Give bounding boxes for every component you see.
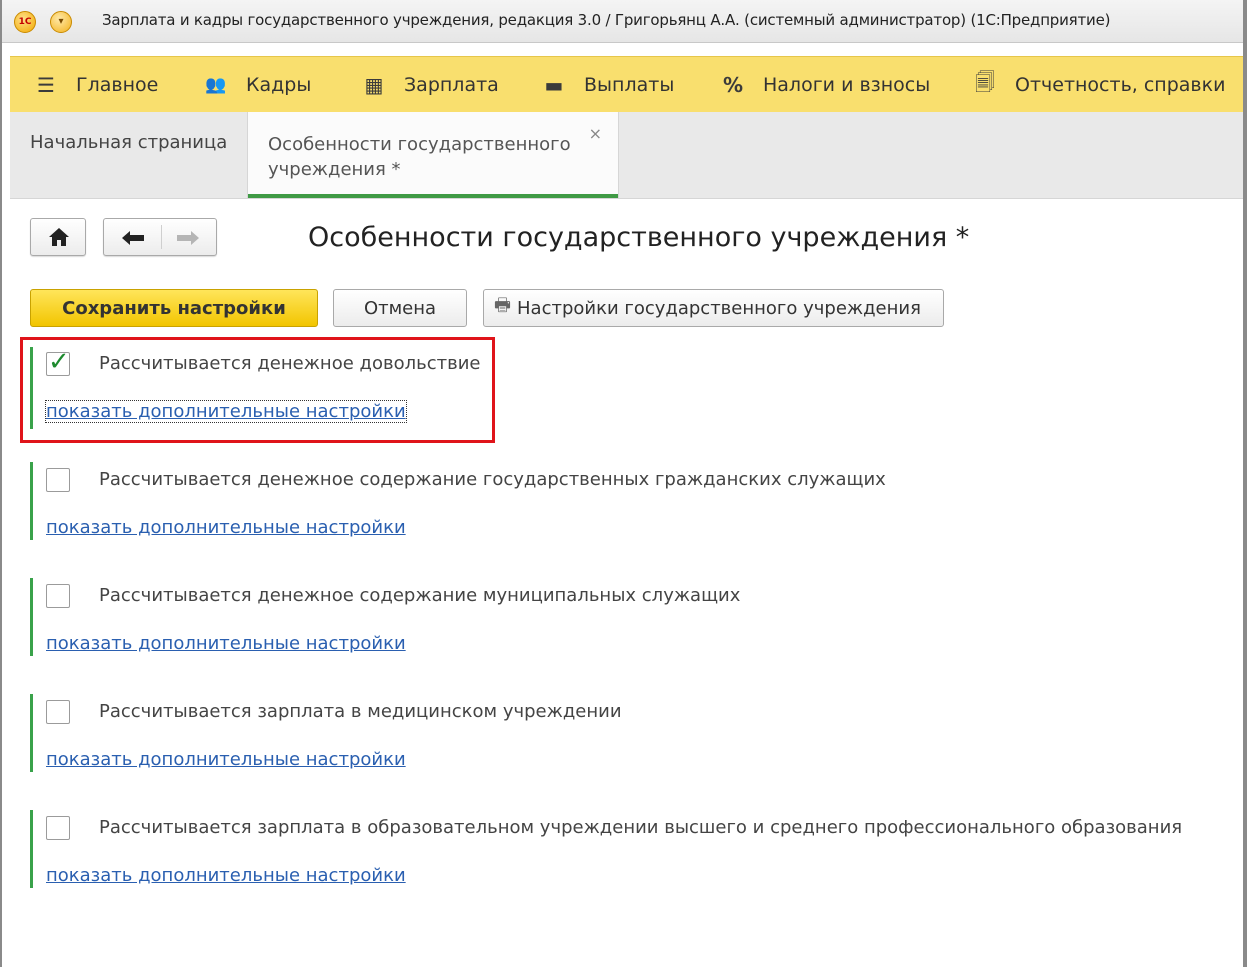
home-button[interactable] — [30, 218, 86, 256]
wallet-icon: ▬ — [544, 73, 564, 97]
section-label: Отчетность, справки — [1015, 74, 1226, 96]
section-salary[interactable]: ▦ Зарплата — [362, 57, 499, 113]
tab-institution-features[interactable]: Особенности государственного учреждения … — [247, 112, 619, 198]
title-bar: 1С ▾ Зарплата и кадры государственного у… — [2, 0, 1243, 43]
page-title: Особенности государственного учреждения … — [308, 222, 970, 253]
main-menu-button[interactable]: ▾ — [50, 11, 72, 33]
hamburger-icon: ☰ — [37, 73, 55, 97]
section-label: Главное — [76, 74, 159, 96]
group-civil-servants: Рассчитывается денежное содержание госуд… — [30, 462, 1210, 540]
show-more-settings-link[interactable]: показать дополнительные настройки — [46, 865, 406, 886]
group-label: Рассчитывается денежное содержание муниц… — [99, 585, 741, 606]
checkbox-medical[interactable] — [46, 700, 70, 724]
section-reports[interactable]: 🗐 Отчетность, справки — [973, 57, 1225, 113]
institution-settings-button[interactable]: 🖶 Настройки государственного учреждения — [483, 289, 944, 327]
checkbox-education[interactable] — [46, 816, 70, 840]
show-more-settings-link[interactable]: показать дополнительные настройки — [46, 517, 406, 538]
section-label: Зарплата — [404, 74, 499, 96]
group-accent-bar — [30, 810, 33, 888]
back-arrow-icon[interactable] — [121, 230, 145, 246]
checkbox-municipal-servants[interactable] — [46, 584, 70, 608]
section-label: Налоги и взносы — [763, 74, 931, 96]
section-personnel[interactable]: 👥 Кадры — [204, 57, 311, 113]
tab-label: Начальная страница — [30, 132, 228, 153]
calculator-icon: ▦ — [364, 73, 384, 97]
tab-home-page[interactable]: Начальная страница — [10, 112, 246, 198]
section-label: Выплаты — [584, 74, 675, 96]
sections-panel: ☰ Главное 👥 Кадры ▦ Зарплата ▬ Выплаты %… — [10, 56, 1243, 114]
group-label: Рассчитывается зарплата в медицинском уч… — [99, 701, 622, 722]
save-settings-button[interactable]: Сохранить настройки — [30, 289, 318, 327]
group-accent-bar — [30, 694, 33, 772]
group-accent-bar — [30, 462, 33, 540]
home-icon — [49, 228, 69, 246]
close-icon[interactable]: × — [589, 124, 602, 143]
show-more-settings-link[interactable]: показать дополнительные настройки — [46, 633, 406, 654]
group-education: Рассчитывается зарплата в образовательно… — [30, 810, 1210, 888]
tab-label: Особенности государственного учреждения … — [268, 134, 571, 180]
printer-icon: 🖶 — [494, 295, 511, 316]
section-taxes[interactable]: % Налоги и взносы — [721, 57, 930, 113]
highlight-frame — [20, 337, 495, 443]
open-windows-tabs: Начальная страница Особенности государст… — [10, 112, 1243, 199]
documents-icon: 🗐 — [975, 70, 995, 94]
back-forward-buttons — [103, 218, 217, 256]
group-label: Рассчитывается денежное содержание госуд… — [99, 469, 886, 490]
section-payments[interactable]: ▬ Выплаты — [542, 57, 675, 113]
group-label: Рассчитывается зарплата в образовательно… — [99, 817, 1183, 838]
window-frame-left — [0, 0, 2, 967]
1c-logo-icon[interactable]: 1С — [14, 11, 36, 33]
cancel-button[interactable]: Отмена — [333, 289, 467, 327]
group-municipal-servants: Рассчитывается денежное содержание муниц… — [30, 578, 1210, 656]
active-tab-indicator — [248, 194, 618, 198]
separator — [161, 225, 162, 249]
checkbox-civil-servants[interactable] — [46, 468, 70, 492]
group-accent-bar — [30, 578, 33, 656]
section-main[interactable]: ☰ Главное — [34, 57, 158, 113]
institution-settings-label: Настройки государственного учреждения — [517, 297, 921, 319]
show-more-settings-link[interactable]: показать дополнительные настройки — [46, 749, 406, 770]
percent-icon: % — [722, 73, 744, 97]
group-medical: Рассчитывается зарплата в медицинском уч… — [30, 694, 1210, 772]
forward-arrow-icon[interactable] — [176, 230, 200, 246]
section-label: Кадры — [246, 74, 312, 96]
window-frame-right — [1243, 0, 1247, 967]
window-title: Зарплата и кадры государственного учрежд… — [102, 11, 1111, 29]
people-icon: 👥 — [205, 75, 227, 95]
